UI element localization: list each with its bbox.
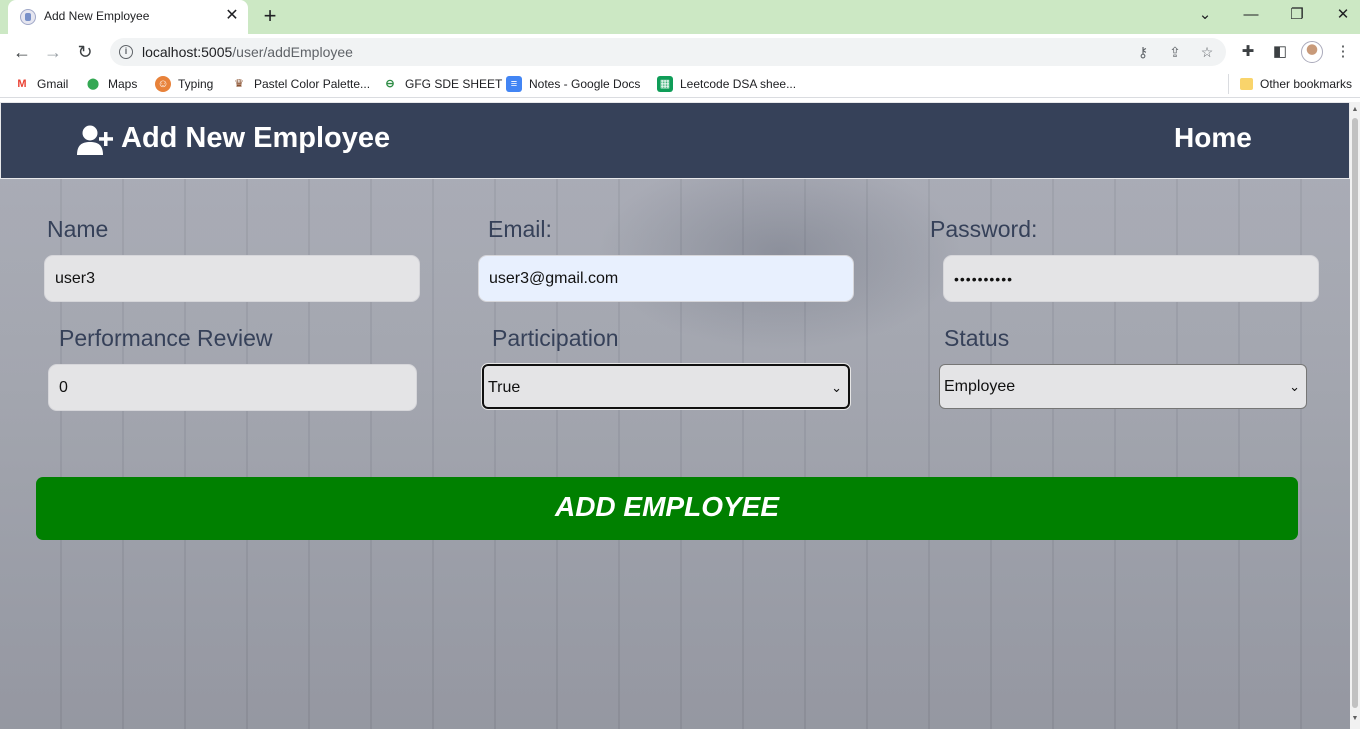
- participation-selected: True: [488, 379, 521, 396]
- name-label: Name: [47, 216, 109, 242]
- tab-strip: Add New Employee ✕ + ⌄ — ❐ ✕: [0, 0, 1360, 34]
- tab-search-chevron-icon[interactable]: ⌄: [1182, 0, 1228, 30]
- name-input[interactable]: user3: [44, 255, 420, 302]
- password-input[interactable]: ••••••••••: [943, 255, 1319, 302]
- bookmark-maps[interactable]: ⬤ Maps: [85, 76, 138, 92]
- home-link[interactable]: Home: [1174, 122, 1252, 154]
- page-content: Add New Employee Home Name user3 Email: …: [0, 102, 1350, 729]
- bookmark-label: Maps: [108, 77, 138, 91]
- info-icon[interactable]: i: [119, 45, 133, 59]
- password-label: Password:: [930, 216, 1038, 242]
- gfg-icon: ⊖: [385, 78, 395, 90]
- other-bookmarks-label: Other bookmarks: [1260, 76, 1353, 91]
- add-employee-button[interactable]: ADD EMPLOYEE: [36, 477, 1298, 540]
- palette-icon: ♛: [234, 78, 244, 90]
- bookmark-label: Typing: [178, 77, 214, 91]
- status-label: Status: [944, 325, 1010, 351]
- scroll-down-icon[interactable]: ▼: [1350, 713, 1360, 725]
- bookmark-palette[interactable]: ♛ Pastel Color Palette...: [231, 76, 370, 92]
- status-select[interactable]: Employee ⌄: [939, 364, 1307, 409]
- new-tab-icon[interactable]: +: [258, 5, 282, 29]
- typing-icon: ☺: [155, 76, 171, 92]
- favicon-icon: [20, 9, 36, 25]
- performance-review-input[interactable]: 0: [48, 364, 417, 411]
- sheets-icon: ▦: [657, 76, 673, 92]
- bookmark-gmail[interactable]: M Gmail: [14, 76, 68, 92]
- minimize-icon[interactable]: —: [1228, 0, 1274, 30]
- profile-avatar[interactable]: [1301, 41, 1323, 63]
- docs-icon: ≡: [506, 76, 522, 92]
- bookmark-label: GFG SDE SHEET: [405, 77, 503, 91]
- window-close-icon[interactable]: ✕: [1320, 0, 1360, 30]
- chevron-down-icon: ⌄: [831, 380, 842, 395]
- bookmark-label: Pastel Color Palette...: [254, 77, 371, 91]
- other-bookmarks[interactable]: Other bookmarks: [1240, 76, 1352, 92]
- gmail-icon: M: [17, 78, 27, 90]
- reload-icon[interactable]: ↻: [72, 39, 98, 65]
- navbar: Add New Employee Home: [0, 102, 1350, 179]
- page-title: Add New Employee: [121, 122, 391, 154]
- bookmark-label: Notes - Google Docs: [529, 77, 641, 91]
- bookmark-separator: [1228, 74, 1229, 94]
- tab-title: Add New Employee: [44, 9, 150, 23]
- bookmark-gfg[interactable]: ⊖ GFG SDE SHEET: [382, 76, 502, 92]
- user-plus-icon: [77, 125, 113, 155]
- address-bar[interactable]: i localhost:5005/user/addEmployee ⚷ ⇪ ☆: [110, 38, 1226, 66]
- email-input[interactable]: user3@gmail.com: [478, 255, 854, 302]
- back-icon[interactable]: ←: [9, 39, 35, 65]
- close-tab-icon[interactable]: ✕: [222, 6, 242, 26]
- forward-icon[interactable]: →: [40, 39, 66, 65]
- restore-icon[interactable]: ❐: [1274, 0, 1320, 30]
- tab-active[interactable]: Add New Employee ✕: [8, 0, 248, 34]
- browser-toolbar: ← → ↻ i localhost:5005/user/addEmployee …: [0, 34, 1360, 70]
- bookmarks-bar: M Gmail ⬤ Maps ☺ Typing ♛ Pastel Color Palet…: [0, 70, 1360, 98]
- url-text: localhost:5005/user/addEmployee: [142, 44, 353, 60]
- star-icon[interactable]: ☆: [1198, 43, 1216, 61]
- scroll-up-icon[interactable]: ▲: [1350, 104, 1360, 116]
- menu-kebab-icon[interactable]: ⋮: [1332, 41, 1354, 63]
- chevron-down-icon: ⌄: [1289, 379, 1300, 394]
- email-label: Email:: [488, 216, 552, 242]
- participation-select[interactable]: True ⌄: [481, 363, 851, 410]
- bookmark-label: Gmail: [37, 77, 69, 91]
- scrollbar-thumb[interactable]: [1352, 118, 1358, 708]
- extensions-icon[interactable]: ✚: [1237, 41, 1259, 63]
- bookmark-docs[interactable]: ≡ Notes - Google Docs: [506, 76, 640, 92]
- bookmark-typing[interactable]: ☺ Typing: [155, 76, 213, 92]
- key-icon[interactable]: ⚷: [1134, 43, 1152, 61]
- side-panel-icon[interactable]: ◧: [1269, 41, 1291, 63]
- status-selected: Employee: [944, 378, 1016, 395]
- folder-icon: [1240, 77, 1253, 90]
- url-host: localhost:5005: [142, 44, 233, 60]
- performance-review-label: Performance Review: [59, 325, 273, 351]
- bookmark-leetcode[interactable]: ▦ Leetcode DSA shee...: [657, 76, 796, 92]
- participation-label: Participation: [492, 325, 619, 351]
- maps-icon: ⬤: [86, 78, 100, 90]
- bookmark-label: Leetcode DSA shee...: [680, 77, 797, 91]
- url-path: /user/addEmployee: [232, 44, 353, 60]
- share-icon[interactable]: ⇪: [1166, 43, 1184, 61]
